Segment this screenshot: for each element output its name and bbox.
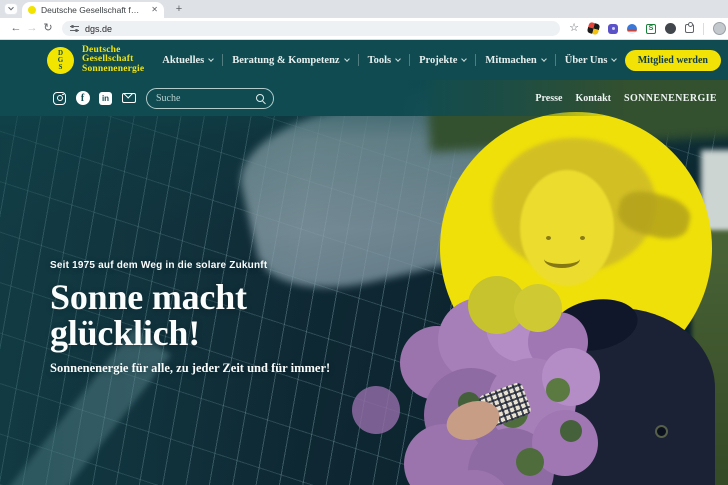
search-icon[interactable] [256, 94, 264, 102]
dgs-logo[interactable]: D G S Deutsche Gesellschaft Sonnenenergi… [47, 46, 144, 75]
chevron-down-icon [395, 56, 401, 62]
extension-s-icon[interactable]: S [646, 24, 656, 34]
main-navigation: Aktuelles Beratung & Kompetenz Tools Pro… [162, 54, 616, 66]
nav-divider [475, 54, 476, 66]
email-icon [122, 93, 136, 103]
site-settings-icon[interactable] [70, 25, 79, 33]
url-text: dgs.de [85, 24, 112, 34]
girl-face [520, 170, 614, 286]
nav-divider [358, 54, 359, 66]
link-sonnenenergie[interactable]: SONNENENERGIE [624, 93, 717, 104]
tab-title: Deutsche Gesellschaft für Sonn [41, 5, 141, 15]
nav-item-mitmachen[interactable]: Mitmachen [485, 55, 545, 66]
social-links: f in [52, 91, 136, 106]
hero-kicker: Seit 1975 auf dem Weg in die solare Zuku… [50, 260, 330, 271]
browser-toolbar: ← → ↻ dgs.de ☆ S [0, 18, 728, 40]
tab-strip: Deutsche Gesellschaft für Sonn ✕ + [0, 0, 728, 18]
hero-title-line1: Sonne macht [50, 279, 330, 315]
coat-button [655, 425, 668, 438]
sub-header: f in Presse Kontakt SONNENENERGIE [0, 80, 728, 116]
nav-divider [409, 54, 410, 66]
dgs-logo-icon: D G S [47, 47, 74, 74]
hero-title: Sonne macht glücklich! [50, 279, 330, 351]
chevron-down-icon [8, 5, 14, 11]
girl-eye [580, 236, 585, 240]
nav-item-beratung[interactable]: Beratung & Kompetenz [232, 55, 348, 66]
back-icon[interactable]: ← [8, 23, 24, 34]
nav-divider [555, 54, 556, 66]
lilac-bouquet [352, 386, 400, 434]
browser-window: Deutsche Gesellschaft für Sonn ✕ + ← → ↻… [0, 0, 728, 485]
toolbar-divider [703, 23, 704, 35]
facebook-link[interactable]: f [75, 91, 90, 106]
forward-icon[interactable]: → [24, 23, 40, 34]
chevron-down-icon [208, 56, 214, 62]
chevron-down-icon [541, 56, 547, 62]
search-input[interactable] [156, 93, 256, 104]
chevron-down-icon [462, 56, 468, 62]
nav-item-tools[interactable]: Tools [368, 55, 401, 66]
site-favicon-icon [28, 6, 36, 14]
tab-close-icon[interactable]: ✕ [151, 6, 158, 14]
new-tab-button[interactable]: + [172, 2, 186, 16]
email-link[interactable] [121, 91, 136, 106]
sunlit-flowers [514, 284, 562, 332]
toolbar-actions: ☆ S [569, 22, 720, 35]
browser-tab[interactable]: Deutsche Gesellschaft für Sonn ✕ [22, 2, 164, 18]
site-header: D G S Deutsche Gesellschaft Sonnenenergi… [0, 40, 728, 80]
bouquet-leaf [546, 378, 570, 402]
chevron-down-icon [612, 56, 618, 62]
reload-icon[interactable]: ↻ [40, 23, 56, 34]
hero-subtitle: Sonnenenergie für alle, zu jeder Zeit un… [50, 361, 330, 376]
bouquet-leaf [560, 420, 582, 442]
facebook-icon: f [76, 91, 90, 105]
hero-title-line2: glücklich! [50, 315, 330, 351]
extension-purple-icon[interactable] [608, 24, 618, 34]
extension-circle-icon[interactable] [665, 23, 676, 34]
profile-avatar[interactable] [713, 22, 726, 35]
extensions-puzzle-icon[interactable] [685, 24, 694, 33]
hero-section: f in Presse Kontakt SONNENENERGIE Seit 1… [0, 80, 728, 485]
girl-smile [544, 250, 580, 268]
extension-cap-icon[interactable] [627, 24, 637, 34]
quick-links: Presse Kontakt SONNENENERGIE [535, 93, 717, 104]
link-presse[interactable]: Presse [535, 93, 562, 104]
mitglied-werden-button[interactable]: Mitglied werden [625, 50, 721, 71]
extension-pinwheel-icon[interactable] [587, 22, 600, 35]
nav-item-ueber-uns[interactable]: Über Uns [565, 55, 617, 66]
instagram-icon [53, 92, 66, 105]
bouquet-leaf [516, 448, 544, 476]
chevron-down-icon [344, 56, 350, 62]
nav-item-projekte[interactable]: Projekte [419, 55, 466, 66]
nav-divider [222, 54, 223, 66]
link-kontakt[interactable]: Kontakt [575, 93, 611, 104]
linkedin-link[interactable]: in [98, 91, 113, 106]
bookmark-star-icon[interactable]: ☆ [569, 23, 579, 34]
search-form [146, 88, 274, 109]
address-bar[interactable]: dgs.de [62, 21, 560, 36]
dgs-logo-wordmark: Deutsche Gesellschaft Sonnenenergie [82, 46, 144, 75]
nav-item-aktuelles[interactable]: Aktuelles [162, 55, 213, 66]
instagram-link[interactable] [52, 91, 67, 106]
linkedin-icon: in [99, 92, 112, 105]
hero-text-block: Seit 1975 auf dem Weg in die solare Zuku… [50, 260, 330, 376]
tab-search-button[interactable] [4, 3, 18, 15]
girl-eye [546, 236, 551, 240]
